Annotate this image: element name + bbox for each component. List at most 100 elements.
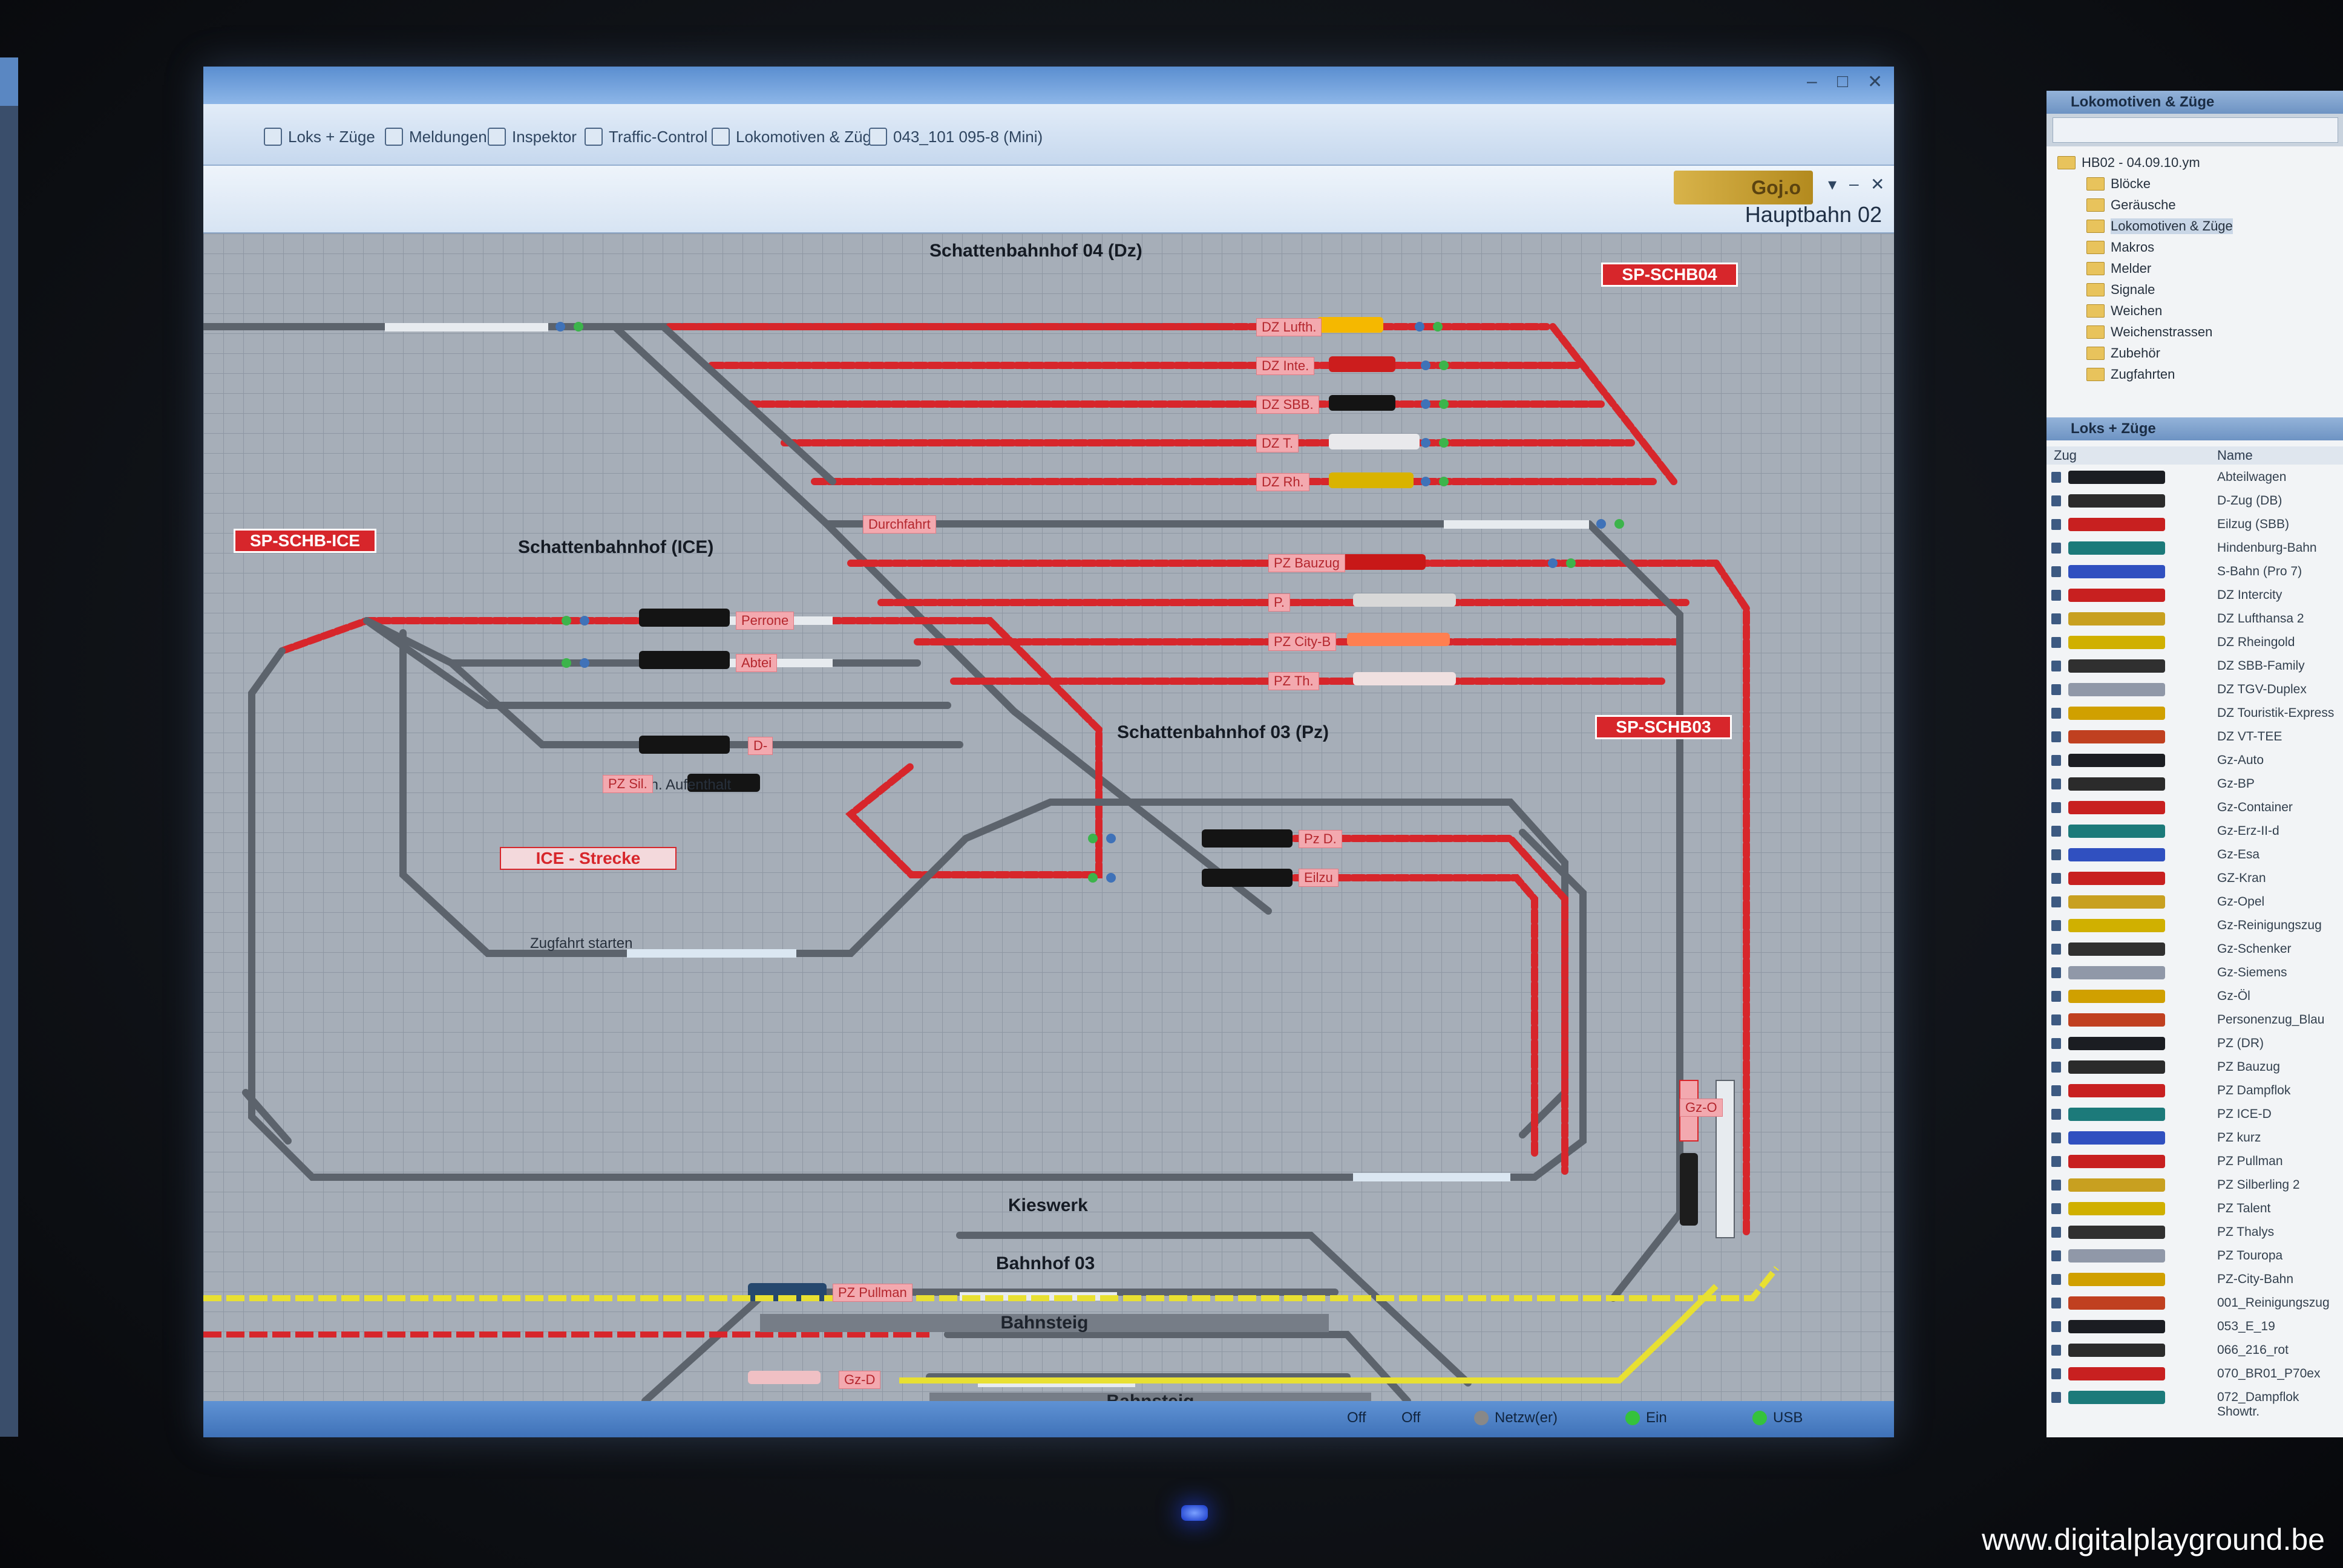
minimize-icon[interactable]: – (1807, 71, 1817, 92)
list-item[interactable]: PZ-City-Bahn (2046, 1268, 2343, 1291)
list-item[interactable]: PZ ICE-D (2046, 1103, 2343, 1126)
list-item[interactable]: DZ Lufthansa 2 (2046, 607, 2343, 630)
tree-item[interactable]: Blöcke (2086, 176, 2151, 192)
tree-item[interactable]: Zubehör (2086, 345, 2160, 361)
train-label-dz-inte[interactable]: DZ Inte. (1256, 357, 1315, 375)
list-item[interactable]: DZ TGV-Duplex (2046, 678, 2343, 701)
list-item[interactable]: Gz-Opel (2046, 890, 2343, 913)
lok-name: Gz-Reinigungszug (2217, 918, 2322, 932)
train-label-perrone[interactable]: Perrone (736, 612, 795, 630)
list-item[interactable]: 066_216_rot (2046, 1339, 2343, 1362)
train-label-pz-th[interactable]: PZ Th. (1268, 672, 1319, 690)
lok-icon (2051, 897, 2061, 907)
pin-icon[interactable]: ▾ (1828, 174, 1837, 194)
tree-item[interactable]: Weichen (2086, 303, 2162, 319)
list-item[interactable]: 072_Dampflok Showtr. (2046, 1386, 2343, 1419)
list-item[interactable]: Gz-Reinigungszug (2046, 914, 2343, 937)
list-item[interactable]: PZ kurz (2046, 1126, 2343, 1149)
tree-item[interactable]: HB02 - 04.09.10.ym (2057, 155, 2200, 171)
tree-item[interactable]: Melder (2086, 261, 2151, 276)
tag-sp-schb-ice[interactable]: SP-SCHB-ICE (234, 529, 376, 553)
list-item[interactable]: GZ-Kran (2046, 867, 2343, 890)
train-label-dz-t[interactable]: DZ T. (1256, 434, 1299, 452)
tab-lok-detail[interactable]: 043_101 095-8 (Mini) (869, 122, 1043, 151)
list-item[interactable]: PZ Silberling 2 (2046, 1174, 2343, 1197)
list-item[interactable]: DZ VT-TEE (2046, 725, 2343, 748)
column-name[interactable]: Name (2217, 448, 2253, 463)
lok-thumbnail (2068, 801, 2165, 814)
tab-loks-zuege[interactable]: Loks + Züge (264, 122, 375, 151)
list-item[interactable]: PZ Dampflok (2046, 1079, 2343, 1102)
list-item[interactable]: Gz-BP (2046, 773, 2343, 795)
lok-thumbnail (2068, 777, 2165, 791)
train-label-pz-city[interactable]: PZ City-B (1268, 633, 1337, 651)
train-label-dz-rh[interactable]: DZ Rh. (1256, 473, 1309, 491)
list-item[interactable]: Gz-Esa (2046, 843, 2343, 866)
tab-inspektor[interactable]: Inspektor (488, 122, 577, 151)
tree-item[interactable]: Weichenstrassen (2086, 324, 2212, 340)
list-item[interactable]: 053_E_19 (2046, 1315, 2343, 1338)
list-item[interactable]: D-Zug (DB) (2046, 489, 2343, 512)
list-item[interactable]: PZ (DR) (2046, 1032, 2343, 1055)
list-item[interactable]: DZ Intercity (2046, 584, 2343, 607)
train-label-d[interactable]: D- (748, 737, 773, 755)
train-label-pz-sil[interactable]: PZ Sil. (603, 775, 653, 793)
tab-lokomotiven-zuege[interactable]: Lokomotiven & Züge (712, 122, 880, 151)
tree-item[interactable]: Signale (2086, 282, 2155, 298)
list-item[interactable]: Gz-Siemens (2046, 961, 2343, 984)
sheet-minimize-icon[interactable]: – (1849, 174, 1859, 194)
train-label-p[interactable]: P. (1268, 593, 1290, 612)
list-item[interactable]: DZ Rheingold (2046, 631, 2343, 654)
list-item[interactable]: Abteilwagen (2046, 466, 2343, 489)
list-item[interactable]: PZ Talent (2046, 1197, 2343, 1220)
list-item[interactable]: Gz-Öl (2046, 985, 2343, 1008)
train-label-eilzu[interactable]: Eilzu (1299, 869, 1339, 887)
list-item[interactable]: Gz-Erz-II-d (2046, 820, 2343, 843)
list-item[interactable]: 001_Reinigungszug (2046, 1292, 2343, 1315)
tree-item[interactable]: Lokomotiven & Züge (2086, 218, 2233, 234)
train-label-abtei[interactable]: Abtei (736, 654, 778, 672)
tab-meldungen[interactable]: Meldungen (385, 122, 487, 151)
sheet-close-icon[interactable]: ✕ (1870, 174, 1884, 194)
tree-item[interactable]: Geräusche (2086, 197, 2176, 213)
list-item[interactable]: Gz-Container (2046, 796, 2343, 819)
tag-ice-strecke[interactable]: ICE - Strecke (500, 847, 677, 870)
tree-item[interactable]: Zugfahrten (2086, 367, 2175, 382)
tab-traffic-control[interactable]: Traffic-Control (585, 122, 707, 151)
column-zug[interactable]: Zug (2054, 448, 2077, 463)
tag-sp-schb03[interactable]: SP-SCHB03 (1595, 715, 1732, 739)
list-item[interactable]: PZ Touropa (2046, 1244, 2343, 1267)
train-label-gz-d[interactable]: Gz-D (839, 1371, 881, 1389)
train-label-durchfahrt[interactable]: Durchfahrt (863, 515, 936, 534)
tag-sp-schb04[interactable]: SP-SCHB04 (1601, 263, 1738, 287)
list-item[interactable]: Hindenburg-Bahn (2046, 537, 2343, 560)
track-layout-canvas[interactable]: Schattenbahnhof 04 (Dz) Schattenbahnhof … (203, 234, 1894, 1411)
list-item[interactable]: PZ Pullman (2046, 1150, 2343, 1173)
list-item[interactable]: DZ SBB-Family (2046, 655, 2343, 678)
maximize-icon[interactable]: □ (1837, 71, 1848, 92)
train-label-dz-lufth[interactable]: DZ Lufth. (1256, 318, 1322, 336)
panel-dropdown[interactable] (2053, 117, 2338, 143)
close-icon[interactable]: ✕ (1867, 71, 1883, 93)
train-label-pz-d[interactable]: Pz D. (1299, 830, 1342, 848)
train-label-pz-bauzug[interactable]: PZ Bauzug (1268, 554, 1345, 572)
list-item[interactable]: Personenzug_Blau (2046, 1008, 2343, 1031)
list-item[interactable]: S-Bahn (Pro 7) (2046, 560, 2343, 583)
tree-item[interactable]: Makros (2086, 240, 2154, 255)
usb-led-icon (1752, 1411, 1767, 1425)
list-item[interactable]: DZ Touristik-Express (2046, 702, 2343, 725)
note-zugfahrt-starten[interactable]: Zugfahrt starten (530, 935, 632, 952)
lok-name: PZ kurz (2217, 1131, 2261, 1145)
train-label-gz-o[interactable]: Gz-O (1680, 1099, 1723, 1117)
list-item[interactable]: Gz-Auto (2046, 749, 2343, 772)
train-label-pz-pullman[interactable]: PZ Pullman (833, 1284, 913, 1302)
train-label-dz-sbb[interactable]: DZ SBB. (1256, 396, 1319, 414)
lok-name: PZ Bauzug (2217, 1060, 2280, 1074)
list-item[interactable]: 070_BR01_P70ex (2046, 1362, 2343, 1385)
lok-icon (2051, 849, 2061, 860)
list-item[interactable]: Eilzug (SBB) (2046, 513, 2343, 536)
lok-thumbnail (2068, 990, 2165, 1003)
list-item[interactable]: PZ Thalys (2046, 1221, 2343, 1244)
list-item[interactable]: PZ Bauzug (2046, 1056, 2343, 1079)
list-item[interactable]: Gz-Schenker (2046, 938, 2343, 961)
